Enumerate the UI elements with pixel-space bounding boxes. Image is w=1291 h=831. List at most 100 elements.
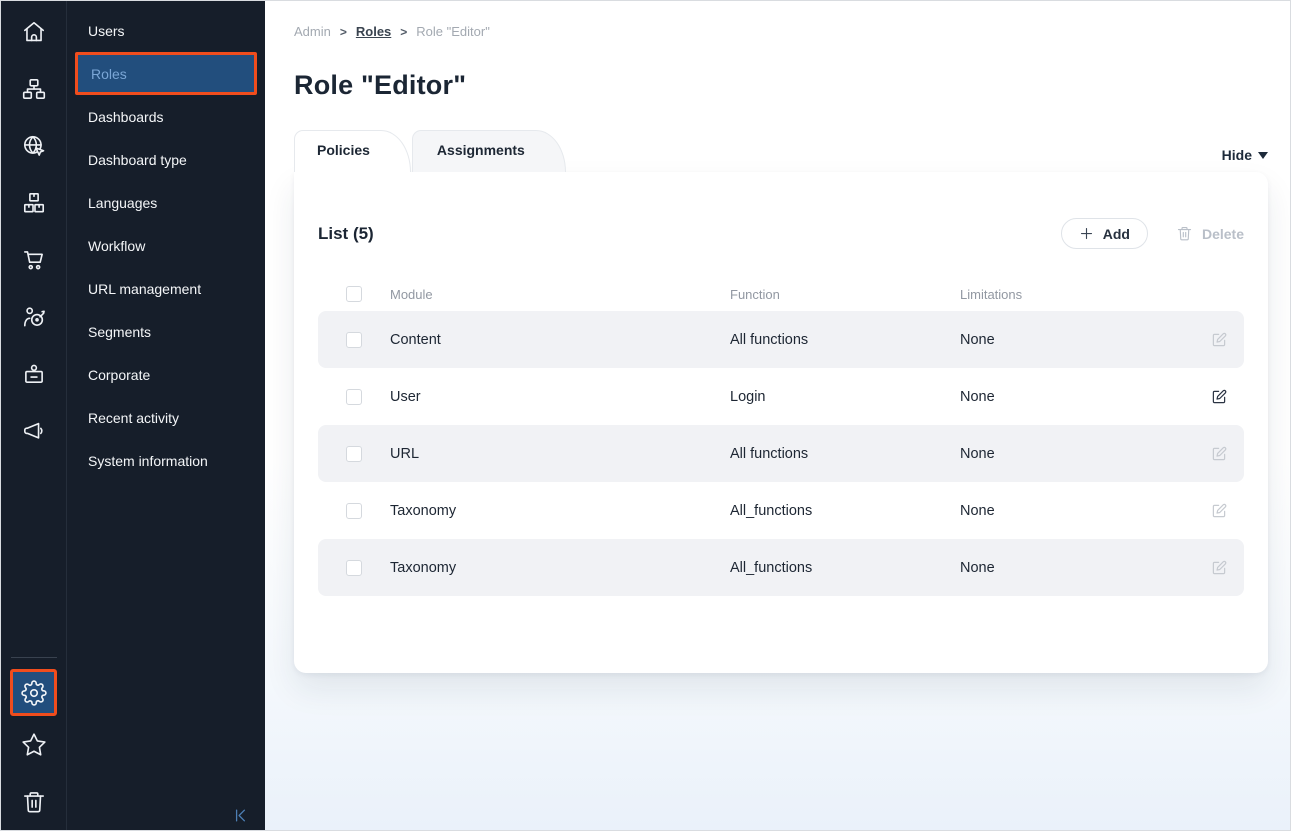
main-content: Admin > Roles > Role "Editor" Role "Edit…: [265, 1, 1290, 830]
cell-module: Content: [390, 332, 730, 348]
cell-module: Taxonomy: [390, 503, 730, 519]
sidebar-item-label: Corporate: [88, 367, 150, 383]
add-button-label: Add: [1103, 226, 1130, 242]
cell-limitations: None: [960, 389, 1188, 405]
cell-function: Login: [730, 389, 960, 405]
delete-button[interactable]: Delete: [1176, 225, 1244, 242]
plus-icon: [1079, 226, 1094, 241]
column-header-module: Module: [390, 287, 730, 302]
edit-icon[interactable]: [1210, 445, 1228, 463]
sidebar-item-system-information[interactable]: System information: [67, 439, 265, 482]
badge-icon[interactable]: [1, 345, 66, 402]
select-all-checkbox[interactable]: [346, 286, 362, 302]
tab-row: Policies Assignments Hide: [294, 129, 1268, 172]
tab-label: Policies: [317, 142, 370, 158]
sidebar-item-recent-activity[interactable]: Recent activity: [67, 396, 265, 439]
packages-icon[interactable]: [1, 174, 66, 231]
tab-label: Assignments: [437, 142, 525, 158]
sidebar-item-label: System information: [88, 453, 208, 469]
sidebar-item-languages[interactable]: Languages: [67, 181, 265, 224]
sidebar-item-label: Dashboards: [88, 109, 164, 125]
breadcrumb-link-roles[interactable]: Roles: [356, 24, 391, 39]
page-title: Role "Editor": [294, 70, 1268, 101]
sidebar-item-label: Dashboard type: [88, 152, 187, 168]
cell-function: All_functions: [730, 560, 960, 576]
list-actions: Add Delete: [1061, 218, 1244, 249]
cell-function: All functions: [730, 446, 960, 462]
collapse-sidebar-icon[interactable]: [232, 807, 249, 824]
add-button[interactable]: Add: [1061, 218, 1148, 249]
cell-module: Taxonomy: [390, 560, 730, 576]
cell-limitations: None: [960, 503, 1188, 519]
row-checkbox[interactable]: [346, 560, 362, 576]
table-row: Taxonomy All_functions None: [318, 539, 1244, 596]
cell-function: All functions: [730, 332, 960, 348]
breadcrumb: Admin > Roles > Role "Editor": [294, 1, 1268, 39]
sidebar-item-label: Roles: [91, 66, 127, 82]
sidebar-item-url-management[interactable]: URL management: [67, 267, 265, 310]
cell-limitations: None: [960, 446, 1188, 462]
sidebar-item-label: Users: [88, 23, 125, 39]
globe-pointer-icon[interactable]: [1, 117, 66, 174]
icon-rail: [1, 1, 67, 830]
hide-label: Hide: [1222, 147, 1252, 163]
table-row: Content All functions None: [318, 311, 1244, 368]
sidebar-item-label: Segments: [88, 324, 151, 340]
table-row: User Login None: [318, 368, 1244, 425]
sidebar-item-roles[interactable]: Roles: [75, 52, 257, 95]
column-header-function: Function: [730, 287, 960, 302]
caret-down-icon: [1258, 152, 1268, 159]
breadcrumb-separator: >: [340, 25, 347, 39]
app-window: Users Roles Dashboards Dashboard type La…: [0, 0, 1291, 831]
hide-toggle[interactable]: Hide: [1222, 147, 1268, 172]
sidebar-item-segments[interactable]: Segments: [67, 310, 265, 353]
sidebar-item-label: Workflow: [88, 238, 145, 254]
cell-function: All_functions: [730, 503, 960, 519]
settings-gear-icon[interactable]: [10, 669, 57, 716]
edit-icon[interactable]: [1210, 388, 1228, 406]
sitemap-icon[interactable]: [1, 60, 66, 117]
sidebar-item-label: Recent activity: [88, 410, 179, 426]
home-icon[interactable]: [1, 3, 66, 60]
policies-panel: List (5) Add Delete Module Function Limi: [294, 172, 1268, 673]
table-header-row: Module Function Limitations: [318, 277, 1244, 311]
table-row: URL All functions None: [318, 425, 1244, 482]
breadcrumb-separator: >: [400, 25, 407, 39]
star-icon[interactable]: [1, 716, 66, 773]
tab-assignments[interactable]: Assignments: [412, 130, 566, 172]
row-checkbox[interactable]: [346, 389, 362, 405]
edit-icon[interactable]: [1210, 502, 1228, 520]
list-header: List (5) Add Delete: [318, 172, 1244, 249]
row-checkbox[interactable]: [346, 446, 362, 462]
trash-icon: [1176, 225, 1193, 242]
rail-bottom-group: [1, 653, 66, 830]
sidebar-item-dashboards[interactable]: Dashboards: [67, 95, 265, 138]
list-title: List (5): [318, 224, 374, 244]
sidebar-item-dashboard-type[interactable]: Dashboard type: [67, 138, 265, 181]
column-header-limitations: Limitations: [960, 287, 1188, 302]
table-row: Taxonomy All_functions None: [318, 482, 1244, 539]
segments-target-icon[interactable]: [1, 288, 66, 345]
edit-icon[interactable]: [1210, 331, 1228, 349]
rail-divider: [11, 657, 57, 658]
megaphone-icon[interactable]: [1, 402, 66, 459]
cell-limitations: None: [960, 560, 1188, 576]
sidebar-item-corporate[interactable]: Corporate: [67, 353, 265, 396]
breadcrumb-item-current: Role "Editor": [416, 24, 490, 39]
sidebar-item-workflow[interactable]: Workflow: [67, 224, 265, 267]
breadcrumb-item-admin: Admin: [294, 24, 331, 39]
row-checkbox[interactable]: [346, 503, 362, 519]
tab-policies[interactable]: Policies: [294, 130, 411, 172]
sidebar-item-users[interactable]: Users: [67, 9, 265, 52]
edit-icon[interactable]: [1210, 559, 1228, 577]
cell-limitations: None: [960, 332, 1188, 348]
sidebar-item-label: Languages: [88, 195, 157, 211]
row-checkbox[interactable]: [346, 332, 362, 348]
cell-module: URL: [390, 446, 730, 462]
admin-menu: Users Roles Dashboards Dashboard type La…: [67, 1, 265, 830]
cell-module: User: [390, 389, 730, 405]
trash-icon[interactable]: [1, 773, 66, 830]
sidebar-item-label: URL management: [88, 281, 201, 297]
delete-button-label: Delete: [1202, 226, 1244, 242]
cart-icon[interactable]: [1, 231, 66, 288]
